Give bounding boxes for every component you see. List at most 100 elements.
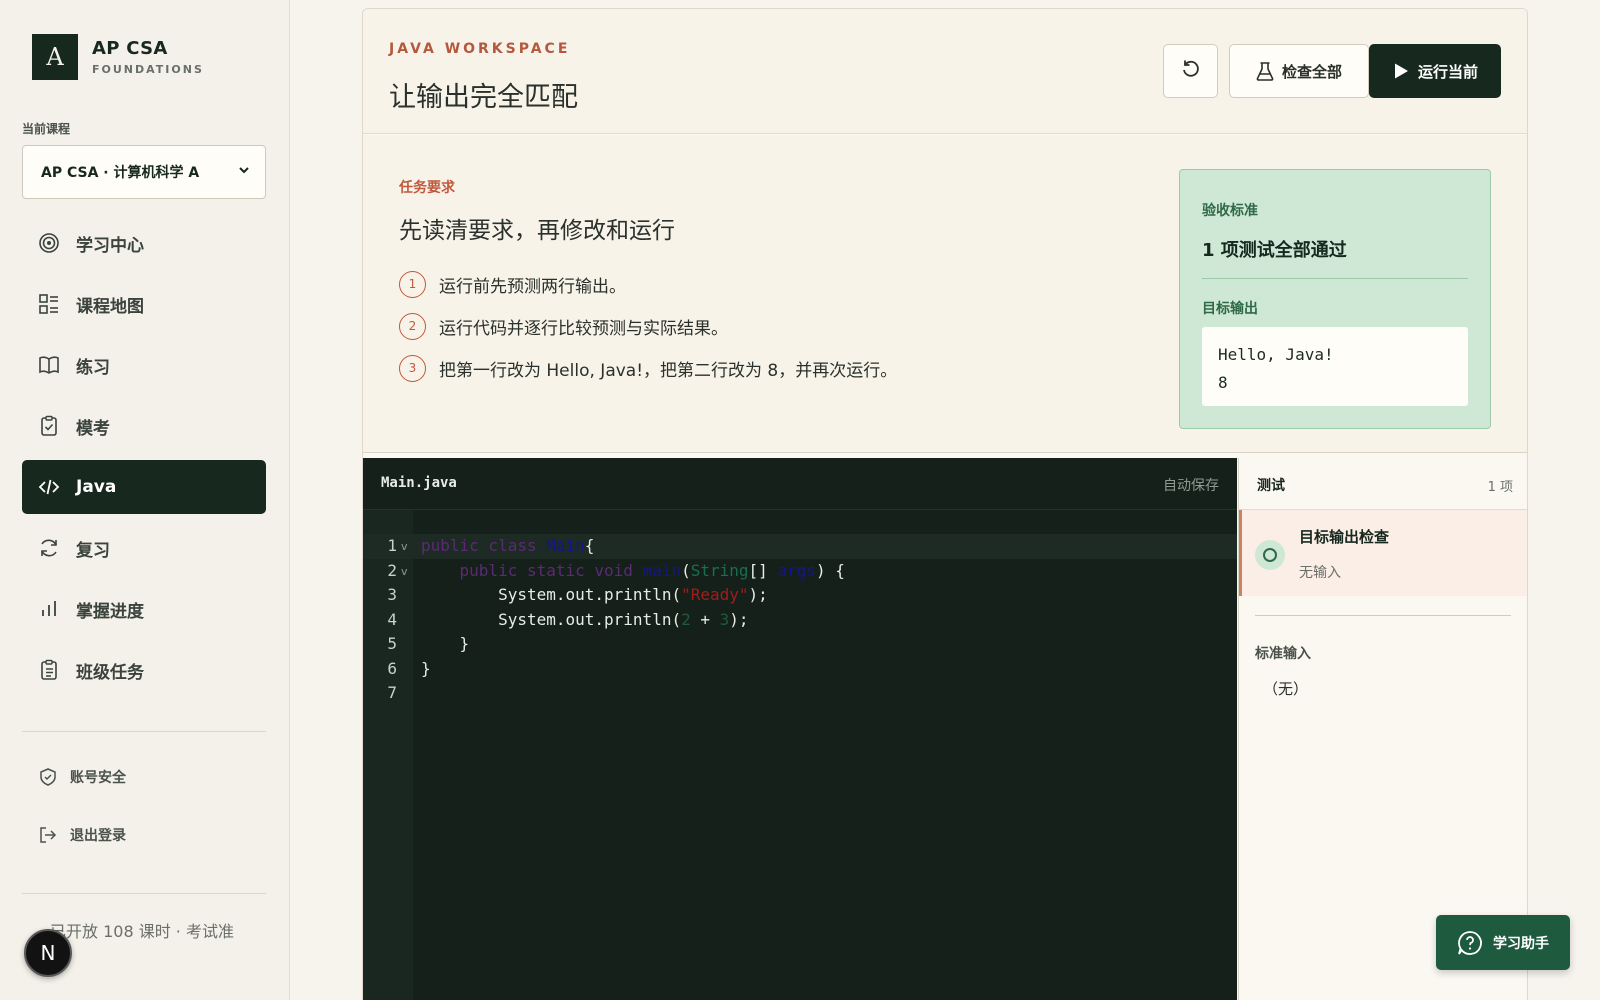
refresh-icon (38, 537, 60, 559)
learning-assistant-label: 学习助手 (1493, 935, 1549, 952)
brand-title: AP CSA (92, 38, 168, 59)
code-text: } (421, 632, 470, 657)
code-line[interactable]: 3 System.out.println("Ready"); (363, 583, 1237, 608)
test-item[interactable]: 目标输出检查 无输入 (1239, 510, 1527, 596)
fold-toggle-icon[interactable]: v (401, 565, 408, 578)
code-token: { (584, 536, 595, 555)
map-grid-icon (38, 293, 60, 315)
account-nav: 账号安全 退出登录 (22, 752, 266, 868)
task-title: 先读清要求，再修改和运行 (399, 218, 675, 244)
nav-label: 练习 (76, 357, 110, 378)
chevron-down-icon (237, 163, 251, 181)
step-number: 3 (399, 354, 426, 382)
code-token: ); (748, 585, 768, 604)
nav-item-mastery[interactable]: 掌握进度 (22, 582, 266, 636)
java-workspace-card: JAVA WORKSPACE 让输出完全匹配 检查全部 运行当前 任务要求 先读… (362, 8, 1528, 1000)
task-step: 1 运行前先预测两行输出。 (399, 263, 897, 305)
code-token: public static void (459, 560, 643, 580)
sidebar-divider (22, 731, 266, 732)
line-number: 5 (387, 634, 397, 653)
workspace-eyebrow: JAVA WORKSPACE (389, 41, 571, 57)
sidebar: A AP CSA FOUNDATIONS 当前课程 AP CSA · 计算机科学… (0, 0, 290, 1000)
step-number: 1 (399, 270, 426, 298)
nav-label: Java (76, 477, 117, 497)
nav-item-learning-center[interactable]: 学习中心 (22, 216, 266, 270)
account-security-link[interactable]: 账号安全 (22, 752, 266, 802)
code-token: + (690, 609, 720, 629)
code-text: System.out.println(2 + 3); (421, 608, 749, 633)
code-line[interactable]: 6} (363, 657, 1237, 682)
reset-button[interactable] (1163, 44, 1218, 98)
code-editor[interactable]: Main.java 自动保存 1 v public class Main{2 v pu… (363, 458, 1237, 1000)
nav-label: 复习 (76, 540, 110, 561)
tests-title: 测试 (1257, 478, 1285, 494)
code-token: public class (421, 536, 547, 555)
nav-item-practice[interactable]: 练习 (22, 338, 266, 392)
account-label: 账号安全 (70, 770, 126, 786)
check-all-button[interactable]: 检查全部 (1229, 44, 1369, 98)
test-input-note: 无输入 (1299, 565, 1341, 581)
line-number: 3 (387, 585, 397, 604)
acceptance-divider (1202, 278, 1468, 279)
page-title: 让输出完全匹配 (389, 82, 578, 113)
run-current-label: 运行当前 (1417, 62, 1478, 81)
line-number: 6 (387, 658, 397, 678)
autosave-status: 自动保存 (1163, 478, 1219, 494)
code-token: ); (729, 609, 749, 629)
code-text: public static void main(String[] args) { (421, 559, 845, 584)
code-line[interactable]: 4 System.out.println(2 + 3); (363, 608, 1237, 633)
step-text: 把第一行改为 Hello, Java!，把第二行改为 8，并再次运行。 (439, 360, 898, 381)
avatar[interactable]: N (24, 929, 72, 977)
nav-item-review[interactable]: 复习 (22, 521, 266, 575)
acceptance-label: 验收标准 (1202, 203, 1258, 219)
sidebar-divider (22, 893, 266, 894)
play-icon (1392, 62, 1410, 80)
nav-item-java[interactable]: Java (22, 460, 266, 514)
nav-label: 课程地图 (76, 296, 144, 317)
run-current-button[interactable]: 运行当前 (1369, 44, 1501, 98)
reset-icon (1180, 58, 1202, 84)
code-line[interactable]: 2v public static void main(String[] args… (363, 559, 1237, 584)
code-token: String (690, 560, 749, 580)
logout-icon (38, 825, 58, 845)
step-number: 2 (399, 312, 426, 340)
code-token: 2 (681, 609, 691, 629)
learning-assistant-button[interactable]: 学习助手 (1436, 915, 1570, 970)
code-token: "Ready" (681, 585, 749, 604)
task-steps: 1 运行前先预测两行输出。 2 运行代码并逐行比较预测与实际结果。 3 把第一行… (399, 263, 897, 389)
bar-chart-icon (38, 598, 60, 620)
code-line[interactable]: 1 v public class Main{ (363, 534, 1237, 559)
book-icon (38, 354, 60, 376)
code-token: args (777, 560, 816, 580)
logout-link[interactable]: 退出登录 (22, 810, 266, 860)
nav-label: 学习中心 (76, 235, 144, 256)
code-token: [] (748, 560, 778, 580)
nav-item-mock-exam[interactable]: 模考 (22, 399, 266, 453)
nav-label: 模考 (76, 418, 110, 439)
step-text: 运行代码并逐行比较预测与实际结果。 (439, 318, 728, 339)
code-token: main (642, 560, 682, 580)
code-text: public class Main{ (421, 534, 594, 559)
nav-item-class-tasks[interactable]: 班级任务 (22, 643, 266, 697)
code-line[interactable]: 5 } (363, 632, 1237, 657)
fold-toggle-icon[interactable]: v (401, 540, 408, 553)
code-line[interactable]: 7 (363, 681, 1237, 706)
code-area[interactable]: 1 v public class Main{2 v public static voi… (363, 534, 1237, 706)
code-token: Main (546, 536, 585, 555)
stdin-label: 标准输入 (1255, 646, 1311, 662)
editor-filename: Main.java (381, 475, 457, 491)
step-text: 运行前先预测两行输出。 (439, 276, 626, 297)
nav-item-course-map[interactable]: 课程地图 (22, 277, 266, 331)
line-number: 7 (387, 683, 397, 702)
test-pending-icon (1255, 540, 1285, 570)
course-select[interactable]: AP CSA · 计算机科学 A (22, 145, 266, 199)
shield-icon (38, 767, 58, 787)
nav-label: 掌握进度 (76, 601, 144, 622)
clipboard-list-icon (38, 659, 60, 681)
help-chat-icon (1457, 930, 1483, 956)
check-all-label: 检查全部 (1281, 62, 1342, 81)
target-output-line: 8 (1218, 373, 1228, 392)
brand[interactable]: A AP CSA FOUNDATIONS (32, 34, 204, 80)
lesson-summary: 已开放 108 课时 · 考试准 (50, 922, 234, 941)
